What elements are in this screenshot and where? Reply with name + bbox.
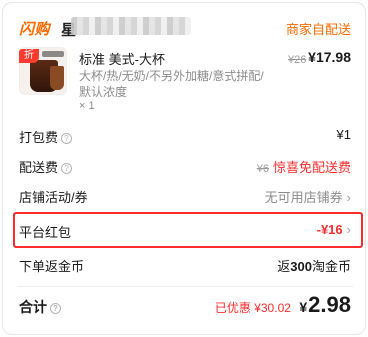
- coffee-glass: [50, 66, 64, 90]
- cashback-row: 下单返金币 返300淘金币: [3, 251, 365, 277]
- cashback-suffix: 淘金币: [311, 259, 351, 274]
- cashback-label: 下单返金币: [19, 259, 85, 274]
- product-name: 标准 美式-大杯: [79, 52, 165, 67]
- delivery-fee-original: ¥6: [256, 163, 269, 175]
- delivery-fee-row: 配送费? ¥6 惊喜免配送费: [3, 152, 365, 178]
- question-circle-icon[interactable]: ?: [61, 163, 73, 174]
- blurred-store-name: [71, 17, 191, 35]
- total-value: 2.98: [308, 292, 351, 317]
- chevron-right-icon: ›: [346, 190, 351, 205]
- question-circle-icon[interactable]: ?: [50, 303, 61, 314]
- question-circle-icon[interactable]: ?: [61, 133, 73, 144]
- delivery-mode: 商家自配送: [285, 22, 351, 37]
- total-currency: ¥: [299, 299, 308, 315]
- chevron-right-icon: ›: [346, 222, 351, 237]
- platform-redpacket-label: 平台红包: [19, 225, 72, 240]
- product-item[interactable]: 折 标准 美式-大杯 ¥26 ¥17.98 大杯/热/无奶/不另外加糖/意式拼配…: [3, 47, 365, 119]
- product-price: ¥17.98: [308, 49, 351, 65]
- cup-logo: [42, 51, 64, 57]
- platform-redpacket-row[interactable]: 平台红包 -¥16 ›: [3, 217, 365, 243]
- discount-badge: 折: [19, 49, 39, 63]
- order-summary-page: 闪购 星 商家自配送 折 标准 美式-大杯 ¥26 ¥17.98 大杯/热/无奶…: [0, 0, 368, 337]
- original-price: ¥26: [288, 54, 307, 66]
- packing-fee-label: 打包费: [19, 130, 59, 145]
- packing-fee-row: 打包费? ¥1: [3, 122, 365, 148]
- cashback-amount: 300: [290, 259, 312, 274]
- total-amount-wrap: 已优惠 ¥30.02 ¥2.98: [215, 292, 351, 318]
- store-header: 闪购 星 商家自配送: [3, 3, 365, 45]
- divider: [17, 286, 353, 287]
- platform-redpacket-value: -¥16: [316, 222, 343, 237]
- store-promo-value: 无可用店铺券: [264, 190, 343, 205]
- total-saved: 已优惠 ¥30.02: [214, 301, 291, 315]
- order-card: 闪购 星 商家自配送 折 标准 美式-大杯 ¥26 ¥17.98 大杯/热/无奶…: [2, 2, 366, 335]
- delivery-fee-label: 配送费: [19, 160, 59, 175]
- packing-fee-value: ¥1: [336, 127, 351, 142]
- brand-label: 闪购: [19, 21, 51, 38]
- total-label-wrap: 合计?: [19, 297, 61, 317]
- store-promo-row[interactable]: 店铺活动/券 无可用店铺券 ›: [3, 182, 365, 208]
- product-quantity: × 1: [79, 100, 95, 112]
- product-spec: 大杯/热/无奶/不另外加糖/意式拼配/默认浓度: [79, 69, 264, 99]
- cashback-prefix: 返: [277, 259, 291, 274]
- delivery-fee-value: 惊喜免配送费: [272, 160, 351, 175]
- total-label: 合计: [19, 299, 47, 315]
- total-amount: ¥2.98: [299, 292, 351, 317]
- store-promo-label: 店铺活动/券: [19, 190, 88, 205]
